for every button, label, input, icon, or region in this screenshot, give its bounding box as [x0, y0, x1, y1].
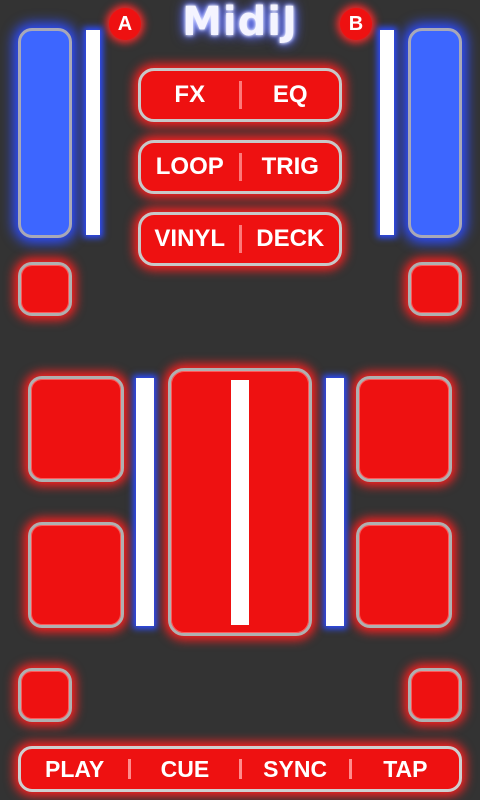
deck-a-volume-fader[interactable] [18, 28, 72, 238]
fx-button[interactable]: FX [141, 81, 239, 109]
deck-a-badge[interactable]: A [109, 8, 141, 40]
deck-b-volume-fader[interactable] [408, 28, 462, 238]
deck-b-small-pad-bottom[interactable] [408, 668, 462, 722]
vinyl-deck-toggle[interactable]: VINYL DECK [138, 212, 342, 266]
deck-b-pad-1[interactable] [356, 376, 452, 482]
fx-eq-toggle[interactable]: FX EQ [138, 68, 342, 122]
trig-button[interactable]: TRIG [242, 153, 340, 181]
divider [238, 225, 242, 253]
transport-bar: PLAY CUE SYNC TAP [18, 746, 462, 792]
deck-a-pad-1[interactable] [28, 376, 124, 482]
deck-b-badge[interactable]: B [340, 8, 372, 40]
deck-a-pitch-slider[interactable] [136, 378, 154, 626]
play-button[interactable]: PLAY [21, 756, 128, 783]
deck-a-level-meter [86, 30, 100, 235]
divider [238, 81, 242, 109]
crossfader-handle[interactable] [231, 380, 249, 625]
vinyl-button[interactable]: VINYL [141, 225, 239, 253]
eq-button[interactable]: EQ [242, 81, 340, 109]
divider [238, 153, 242, 181]
sync-button[interactable]: SYNC [242, 756, 349, 783]
app-logo: MidiJ [182, 0, 298, 45]
deck-b-pad-2[interactable] [356, 522, 452, 628]
deck-b-small-pad-top[interactable] [408, 262, 462, 316]
deck-a-small-pad-top[interactable] [18, 262, 72, 316]
deck-b-pitch-slider[interactable] [326, 378, 344, 626]
deck-b-level-meter [380, 30, 394, 235]
loop-button[interactable]: LOOP [141, 153, 239, 181]
deck-a-small-pad-bottom[interactable] [18, 668, 72, 722]
loop-trig-toggle[interactable]: LOOP TRIG [138, 140, 342, 194]
deck-a-pad-2[interactable] [28, 522, 124, 628]
cue-button[interactable]: CUE [131, 756, 238, 783]
deck-button[interactable]: DECK [242, 225, 340, 253]
tap-button[interactable]: TAP [352, 756, 459, 783]
